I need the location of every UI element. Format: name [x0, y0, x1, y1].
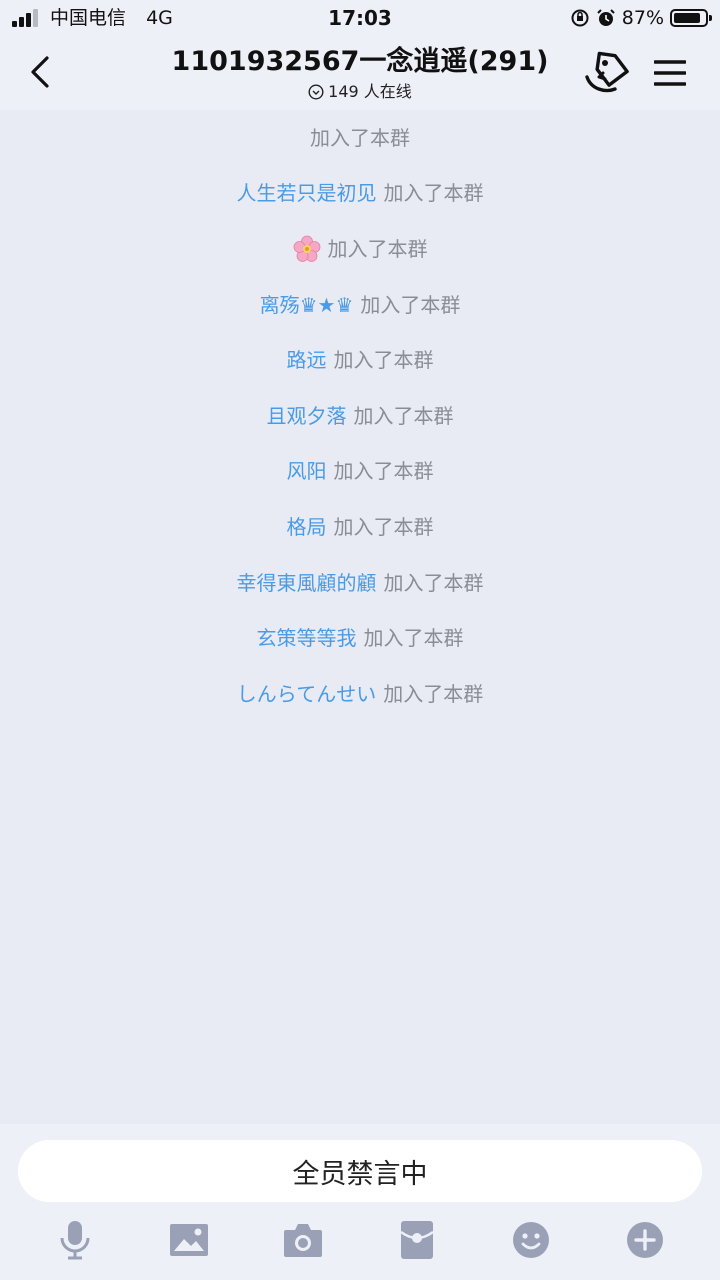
back-button[interactable]	[20, 50, 60, 94]
system-message: 路远 加入了本群	[0, 332, 720, 388]
system-message: 玄策等等我 加入了本群	[0, 610, 720, 666]
voice-button[interactable]	[51, 1216, 99, 1264]
status-right-group: 87%	[570, 6, 712, 30]
system-message: 加入了本群	[0, 110, 720, 166]
member-name-link[interactable]: 人生若只是初见	[237, 179, 377, 207]
camera-icon	[284, 1224, 322, 1257]
member-name-link[interactable]: 格局	[287, 513, 327, 541]
chevron-left-icon	[31, 56, 49, 88]
message-list[interactable]: 加入了本群 人生若只是初见 加入了本群 加入了本群 离殇♛★♛ 加入了本群 路远…	[0, 110, 720, 722]
chevron-down-circle-icon	[308, 84, 324, 100]
alarm-icon	[597, 9, 615, 26]
online-count-label: 149 人在线	[328, 82, 412, 101]
plus-icon	[627, 1222, 663, 1258]
status-bar: 中国电信 4G 17:03 87%	[0, 0, 720, 36]
camera-button[interactable]	[279, 1216, 327, 1264]
group-tag-button[interactable]	[582, 50, 632, 96]
system-message-text: 加入了本群	[360, 292, 461, 317]
system-message-text: 加入了本群	[333, 348, 434, 373]
system-message-text: 加入了本群	[333, 514, 434, 539]
red-packet-button[interactable]	[393, 1216, 441, 1264]
member-name-link[interactable]: 幸得東風顧的顧	[237, 569, 377, 597]
emoji-icon	[513, 1222, 549, 1258]
input-area: 全员禁言中	[0, 1124, 720, 1280]
member-name-link[interactable]: 离殇♛★♛	[260, 291, 354, 319]
microphone-icon	[60, 1221, 90, 1260]
online-count[interactable]: 149 人在线	[200, 81, 520, 103]
more-button[interactable]	[621, 1216, 669, 1264]
image-icon	[170, 1224, 208, 1256]
menu-button[interactable]	[648, 52, 692, 94]
mute-notice-text: 全员禁言中	[292, 1158, 428, 1190]
emoji-button[interactable]	[507, 1216, 555, 1264]
hamburger-menu-icon	[654, 60, 686, 86]
system-message-text: 加入了本群	[353, 403, 454, 428]
system-message-text: 加入了本群	[327, 236, 428, 261]
battery-icon	[670, 9, 712, 27]
image-button[interactable]	[165, 1216, 213, 1264]
system-message: 格局 加入了本群	[0, 499, 720, 555]
system-message: 幸得東風顧的顧 加入了本群	[0, 555, 720, 611]
member-name-link[interactable]: 路远	[287, 346, 327, 374]
mute-notice-bar: 全员禁言中	[18, 1140, 702, 1202]
red-packet-icon	[400, 1221, 434, 1259]
system-message-text: 加入了本群	[333, 459, 434, 484]
battery-percent: 87%	[621, 7, 664, 29]
system-message-text: 加入了本群	[383, 570, 484, 595]
system-message: しんらてんせい 加入了本群	[0, 666, 720, 722]
system-message-text: 加入了本群	[383, 181, 484, 206]
tag-icon	[585, 51, 629, 93]
system-message: 人生若只是初见 加入了本群	[0, 166, 720, 222]
system-message-text: 加入了本群	[383, 681, 484, 706]
system-message: 风阳 加入了本群	[0, 444, 720, 500]
system-message: 且观夕落 加入了本群	[0, 388, 720, 444]
nav-bar: 1101932567一念逍遥(291) 149 人在线	[0, 36, 720, 110]
member-name-link[interactable]: しんらてんせい	[237, 680, 376, 708]
system-message-text: 加入了本群	[310, 125, 410, 150]
cherry-blossom-icon[interactable]	[293, 235, 321, 263]
system-message: 加入了本群	[0, 221, 720, 277]
system-message: 离殇♛★♛ 加入了本群	[0, 277, 720, 333]
input-toolbar	[0, 1216, 720, 1264]
member-name-link[interactable]: 风阳	[287, 457, 327, 485]
member-name-link[interactable]: 且观夕落	[267, 402, 347, 430]
rotation-lock-icon	[571, 9, 589, 27]
system-message-text: 加入了本群	[363, 626, 464, 651]
group-title[interactable]: 1101932567一念逍遥(291)	[130, 44, 590, 80]
member-name-link[interactable]: 玄策等等我	[257, 624, 357, 652]
